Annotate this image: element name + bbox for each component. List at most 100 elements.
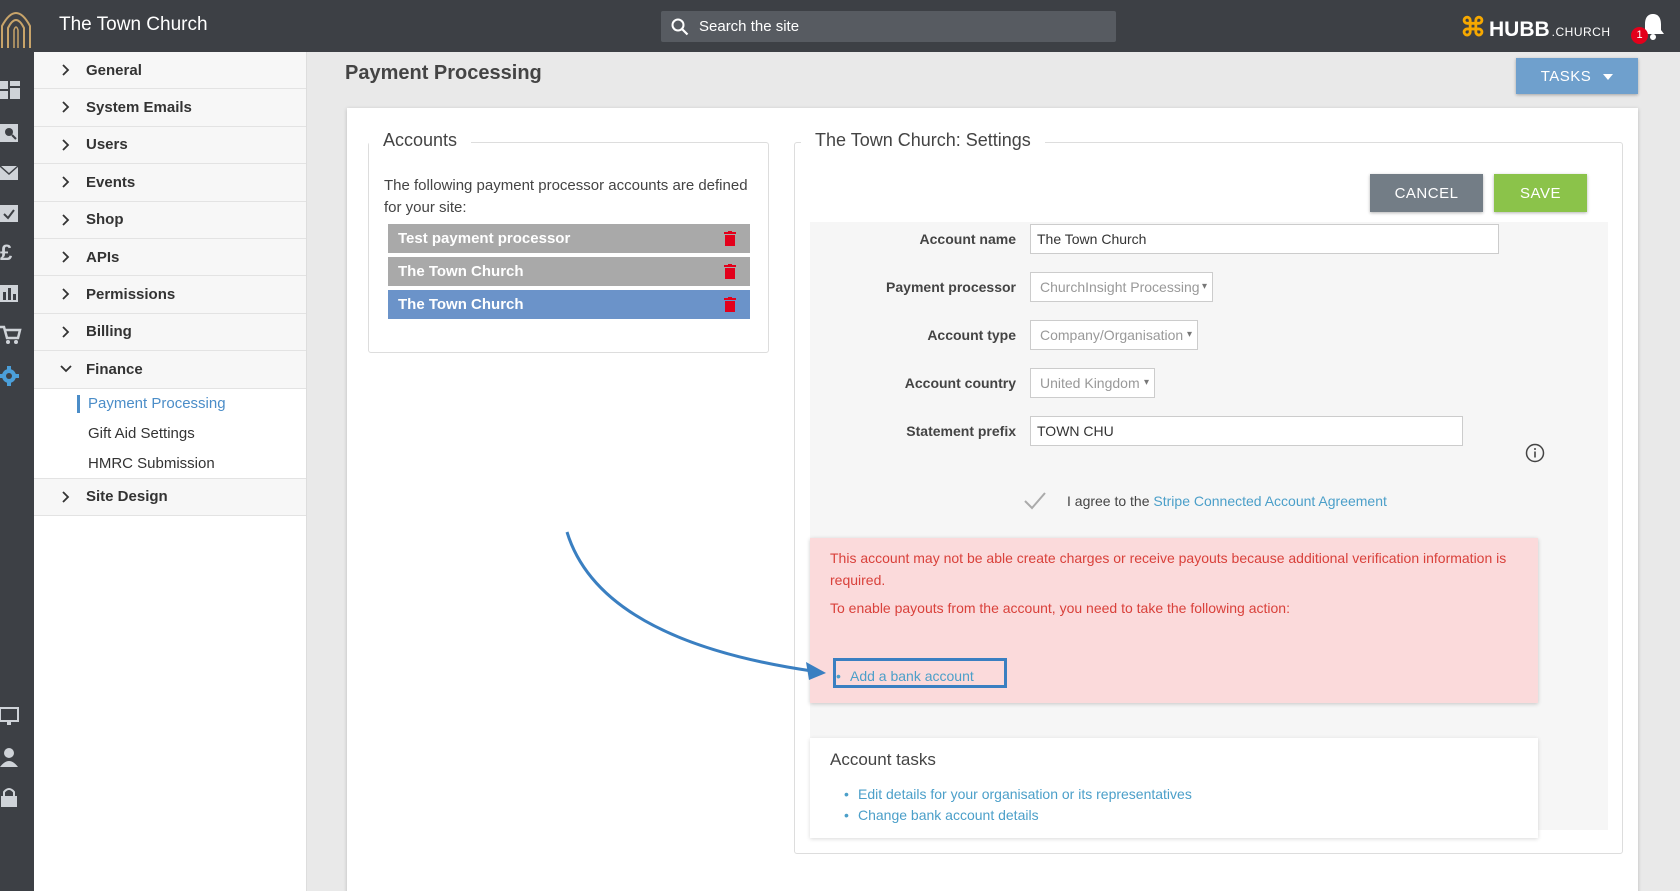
account-tasks-panel: Account tasks • Edit details for your or… [810,738,1538,838]
chevron-right-icon [62,490,70,503]
payment-processor-label: Payment processor [886,279,1016,295]
gear-icon[interactable] [0,365,22,387]
account-name-input[interactable] [1030,224,1499,254]
sidebar-nav: General System Emails Users Events Shop … [34,52,307,891]
sidebar-subitem-label: HMRC Submission [88,454,215,472]
sidebar-item-events[interactable]: Events [34,164,306,202]
alert-action-message: To enable payouts from the account, you … [830,600,1290,616]
tasks-dropdown-button[interactable]: TASKS [1516,58,1638,94]
statement-prefix-input[interactable] [1030,416,1463,446]
top-bar: The Town Church ⌘ HUBB .CHURCH 1 [0,0,1680,52]
chart-icon[interactable] [0,282,22,304]
caret-down-icon [1603,73,1614,80]
statement-prefix-label: Statement prefix [906,423,1016,439]
payment-processor-value: ChurchInsight Processing [1040,279,1200,295]
chevron-right-icon [62,139,70,151]
sidebar-item-label: Users [86,136,128,154]
sidebar-item-system-emails[interactable]: System Emails [34,89,306,127]
tasks-label: TASKS [1540,67,1592,85]
search-bar[interactable] [661,11,1116,42]
sidebar-item-shop[interactable]: Shop [34,201,306,239]
sidebar-item-label: General [86,61,142,79]
user-icon[interactable] [0,746,22,768]
select-arrow-icon: ▾ [1143,377,1149,388]
sidebar-item-users[interactable]: Users [34,126,306,165]
sidebar-item-site-design[interactable]: Site Design [34,478,306,516]
chevron-down-icon [60,365,72,373]
trash-icon[interactable] [724,231,736,246]
dashboard-icon[interactable] [0,79,22,101]
sidebar-item-billing[interactable]: Billing [34,313,306,352]
search-input[interactable] [699,11,1099,42]
icon-rail: £ [0,52,34,891]
bullet: • [844,807,849,823]
account-item-label: The Town Church [398,263,524,280]
sidebar-subitem-label: Payment Processing [88,395,226,413]
checkmark-icon[interactable] [1023,491,1047,511]
account-type-label: Account type [927,327,1016,343]
bullet: • [844,786,849,802]
accounts-panel: Accounts The following payment processor… [368,130,769,353]
chevron-right-icon [62,288,70,300]
sidebar-subitem-label: Gift Aid Settings [88,425,195,443]
sidebar-item-general[interactable]: General [34,52,306,90]
mail-icon[interactable] [0,162,22,184]
accounts-description: The following payment processor accounts… [384,177,748,216]
account-item-label: The Town Church [398,296,524,313]
account-country-value: United Kingdom [1040,375,1140,391]
agreement-prefix: I agree to the [1067,493,1154,509]
sidebar-item-permissions[interactable]: Permissions [34,276,306,314]
cancel-button[interactable]: CANCEL [1370,174,1483,212]
account-item[interactable]: Test payment processor [388,224,750,253]
sidebar-item-finance[interactable]: Finance [34,351,306,389]
edit-details-link[interactable]: Edit details for your organisation or it… [858,786,1192,802]
sidebar-subitem-payment-processing[interactable]: Payment Processing [34,388,306,419]
sidebar-item-label: Site Design [86,488,168,506]
notification-badge[interactable]: 1 [1631,27,1648,44]
page-title: Payment Processing [345,62,542,84]
pound-icon[interactable]: £ [0,240,22,265]
payment-processor-select[interactable]: ChurchInsight Processing ▾ [1030,272,1213,302]
account-country-label: Account country [904,375,1016,391]
search-page-icon[interactable] [0,122,22,144]
sidebar-item-label: Events [86,173,136,191]
account-tasks-title: Account tasks [830,750,936,769]
sidebar-item-label: APIs [86,248,120,266]
chevron-right-icon [62,176,70,188]
sidebar-item-label: Shop [86,211,124,229]
accounts-legend: Accounts [369,130,472,151]
sidebar-subitem-gift-aid-settings[interactable]: Gift Aid Settings [34,418,306,449]
account-country-select[interactable]: United Kingdom ▾ [1030,368,1155,398]
church-logo-icon[interactable] [0,6,32,48]
hubb-logo-icon: ⌘ [1460,12,1486,42]
chevron-right-icon [62,213,70,226]
trash-icon[interactable] [724,297,736,312]
site-title[interactable]: The Town Church [59,14,208,36]
account-item[interactable]: The Town Church [388,257,750,286]
lock-icon[interactable] [0,786,22,808]
search-icon [671,18,689,36]
select-arrow-icon: ▾ [1186,329,1192,340]
cart-icon[interactable] [0,324,22,346]
account-item-label: Test payment processor [398,230,571,247]
chevron-right-icon [62,251,70,263]
save-button[interactable]: SAVE [1494,174,1587,212]
hubb-brand-logo[interactable]: ⌘ HUBB .CHURCH [1460,12,1611,43]
info-icon[interactable] [1525,443,1545,463]
trash-icon[interactable] [724,264,736,279]
chevron-right-icon [62,101,70,114]
select-arrow-icon: ▾ [1201,281,1207,292]
calendar-icon[interactable] [0,202,22,224]
chevron-right-icon [62,326,70,338]
sidebar-item-apis[interactable]: APIs [34,238,306,277]
sidebar-item-label: Billing [86,323,132,341]
brand-suffix: .CHURCH [1551,25,1611,39]
account-item-selected[interactable]: The Town Church [388,290,750,319]
sidebar-subitem-hmrc-submission[interactable]: HMRC Submission [34,448,306,479]
stripe-agreement-link[interactable]: Stripe Connected Account Agreement [1153,493,1386,509]
monitor-icon[interactable] [0,706,22,728]
account-type-select[interactable]: Company/Organisation ▾ [1030,320,1198,350]
sidebar-item-label: Permissions [86,286,176,304]
settings-legend: The Town Church: Settings [801,130,1045,151]
change-bank-details-link[interactable]: Change bank account details [858,807,1039,823]
